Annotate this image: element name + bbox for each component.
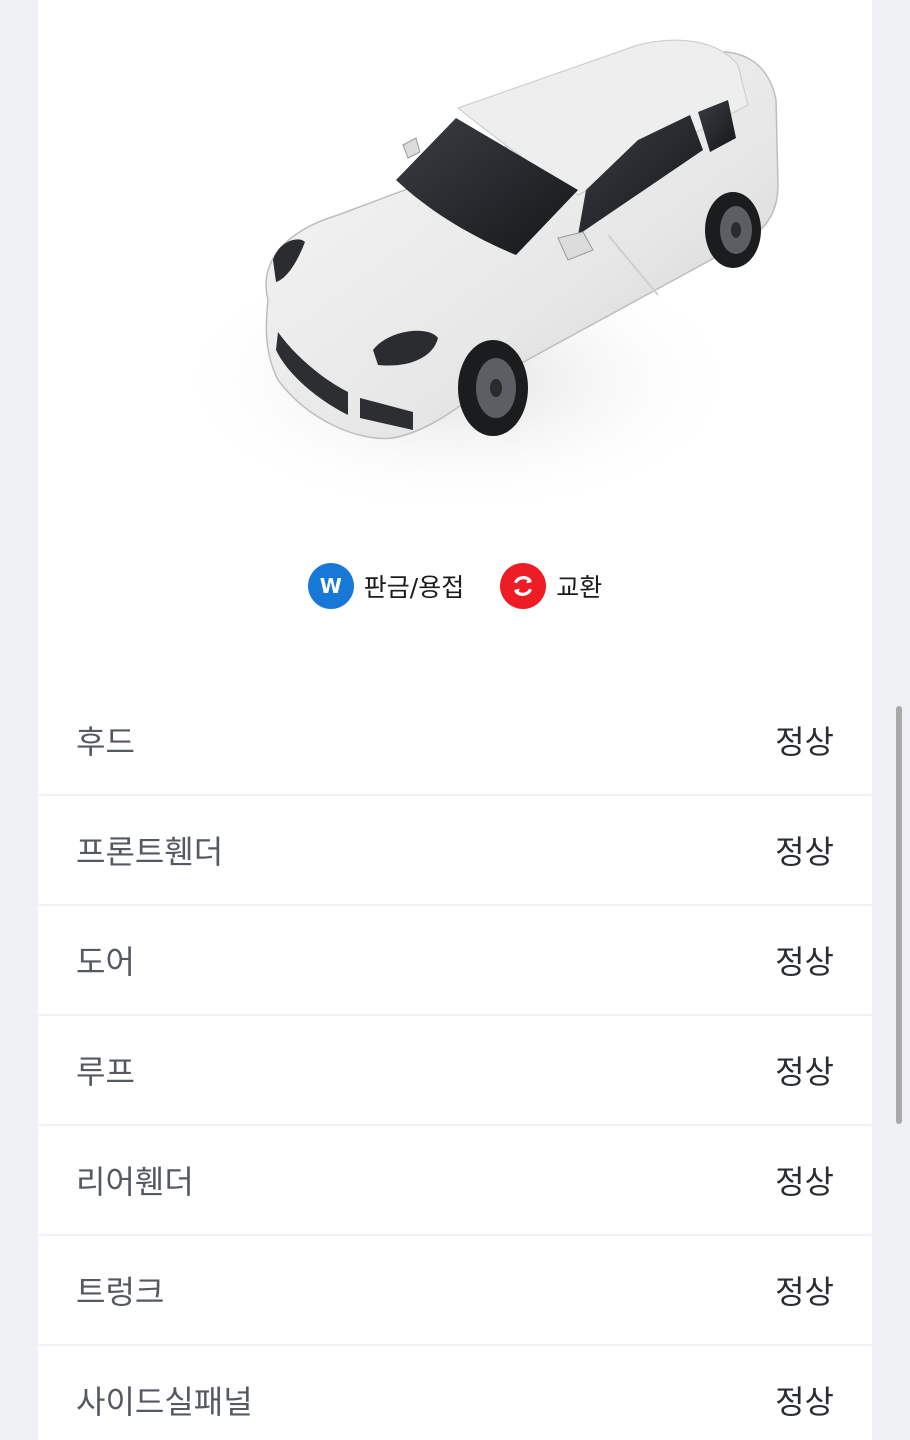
inspection-card: W 판금/용접 교환 후드 정상 프론트휀더 정상 도어 정상 루프 정상 리어… [38, 0, 872, 1440]
part-status: 정상 [775, 943, 834, 981]
part-name: 후드 [76, 723, 135, 761]
part-row-rear-fender: 리어휀더 정상 [38, 1126, 872, 1236]
part-status: 정상 [775, 1163, 834, 1201]
part-name: 리어휀더 [76, 1163, 194, 1201]
refresh-icon [500, 563, 547, 609]
part-row-door: 도어 정상 [38, 906, 872, 1016]
part-name: 루프 [76, 1053, 135, 1091]
part-name: 도어 [76, 943, 135, 981]
part-row-trunk: 트렁크 정상 [38, 1236, 872, 1346]
parts-list: 후드 정상 프론트휀더 정상 도어 정상 루프 정상 리어휀더 정상 트렁크 정… [38, 686, 872, 1440]
part-row-hood: 후드 정상 [38, 686, 872, 796]
part-name: 프론트휀더 [76, 833, 224, 871]
legend-label-replace: 교환 [556, 573, 603, 602]
legend-item-replace: 교환 [500, 563, 602, 609]
part-status: 정상 [775, 1053, 834, 1091]
part-status: 정상 [775, 723, 834, 761]
part-status: 정상 [775, 833, 834, 871]
legend-item-weld: W 판금/용접 [307, 563, 465, 609]
inspection-page: W 판금/용접 교환 후드 정상 프론트휀더 정상 도어 정상 루프 정상 리어… [0, 0, 910, 1440]
legend-label-weld: 판금/용접 [363, 573, 465, 602]
part-row-side-sill: 사이드실패널 정상 [38, 1346, 872, 1440]
car-image [168, 39, 779, 520]
part-status: 정상 [775, 1273, 834, 1311]
part-status: 정상 [775, 1383, 834, 1421]
part-row-roof: 루프 정상 [38, 1016, 872, 1126]
weld-badge-icon: W [307, 563, 354, 609]
part-name: 트렁크 [76, 1273, 165, 1311]
part-row-front-fender: 프론트휀더 정상 [38, 796, 872, 906]
part-name: 사이드실패널 [76, 1383, 253, 1421]
legend: W 판금/용접 교환 [38, 563, 872, 609]
scrollbar[interactable] [896, 706, 902, 1124]
